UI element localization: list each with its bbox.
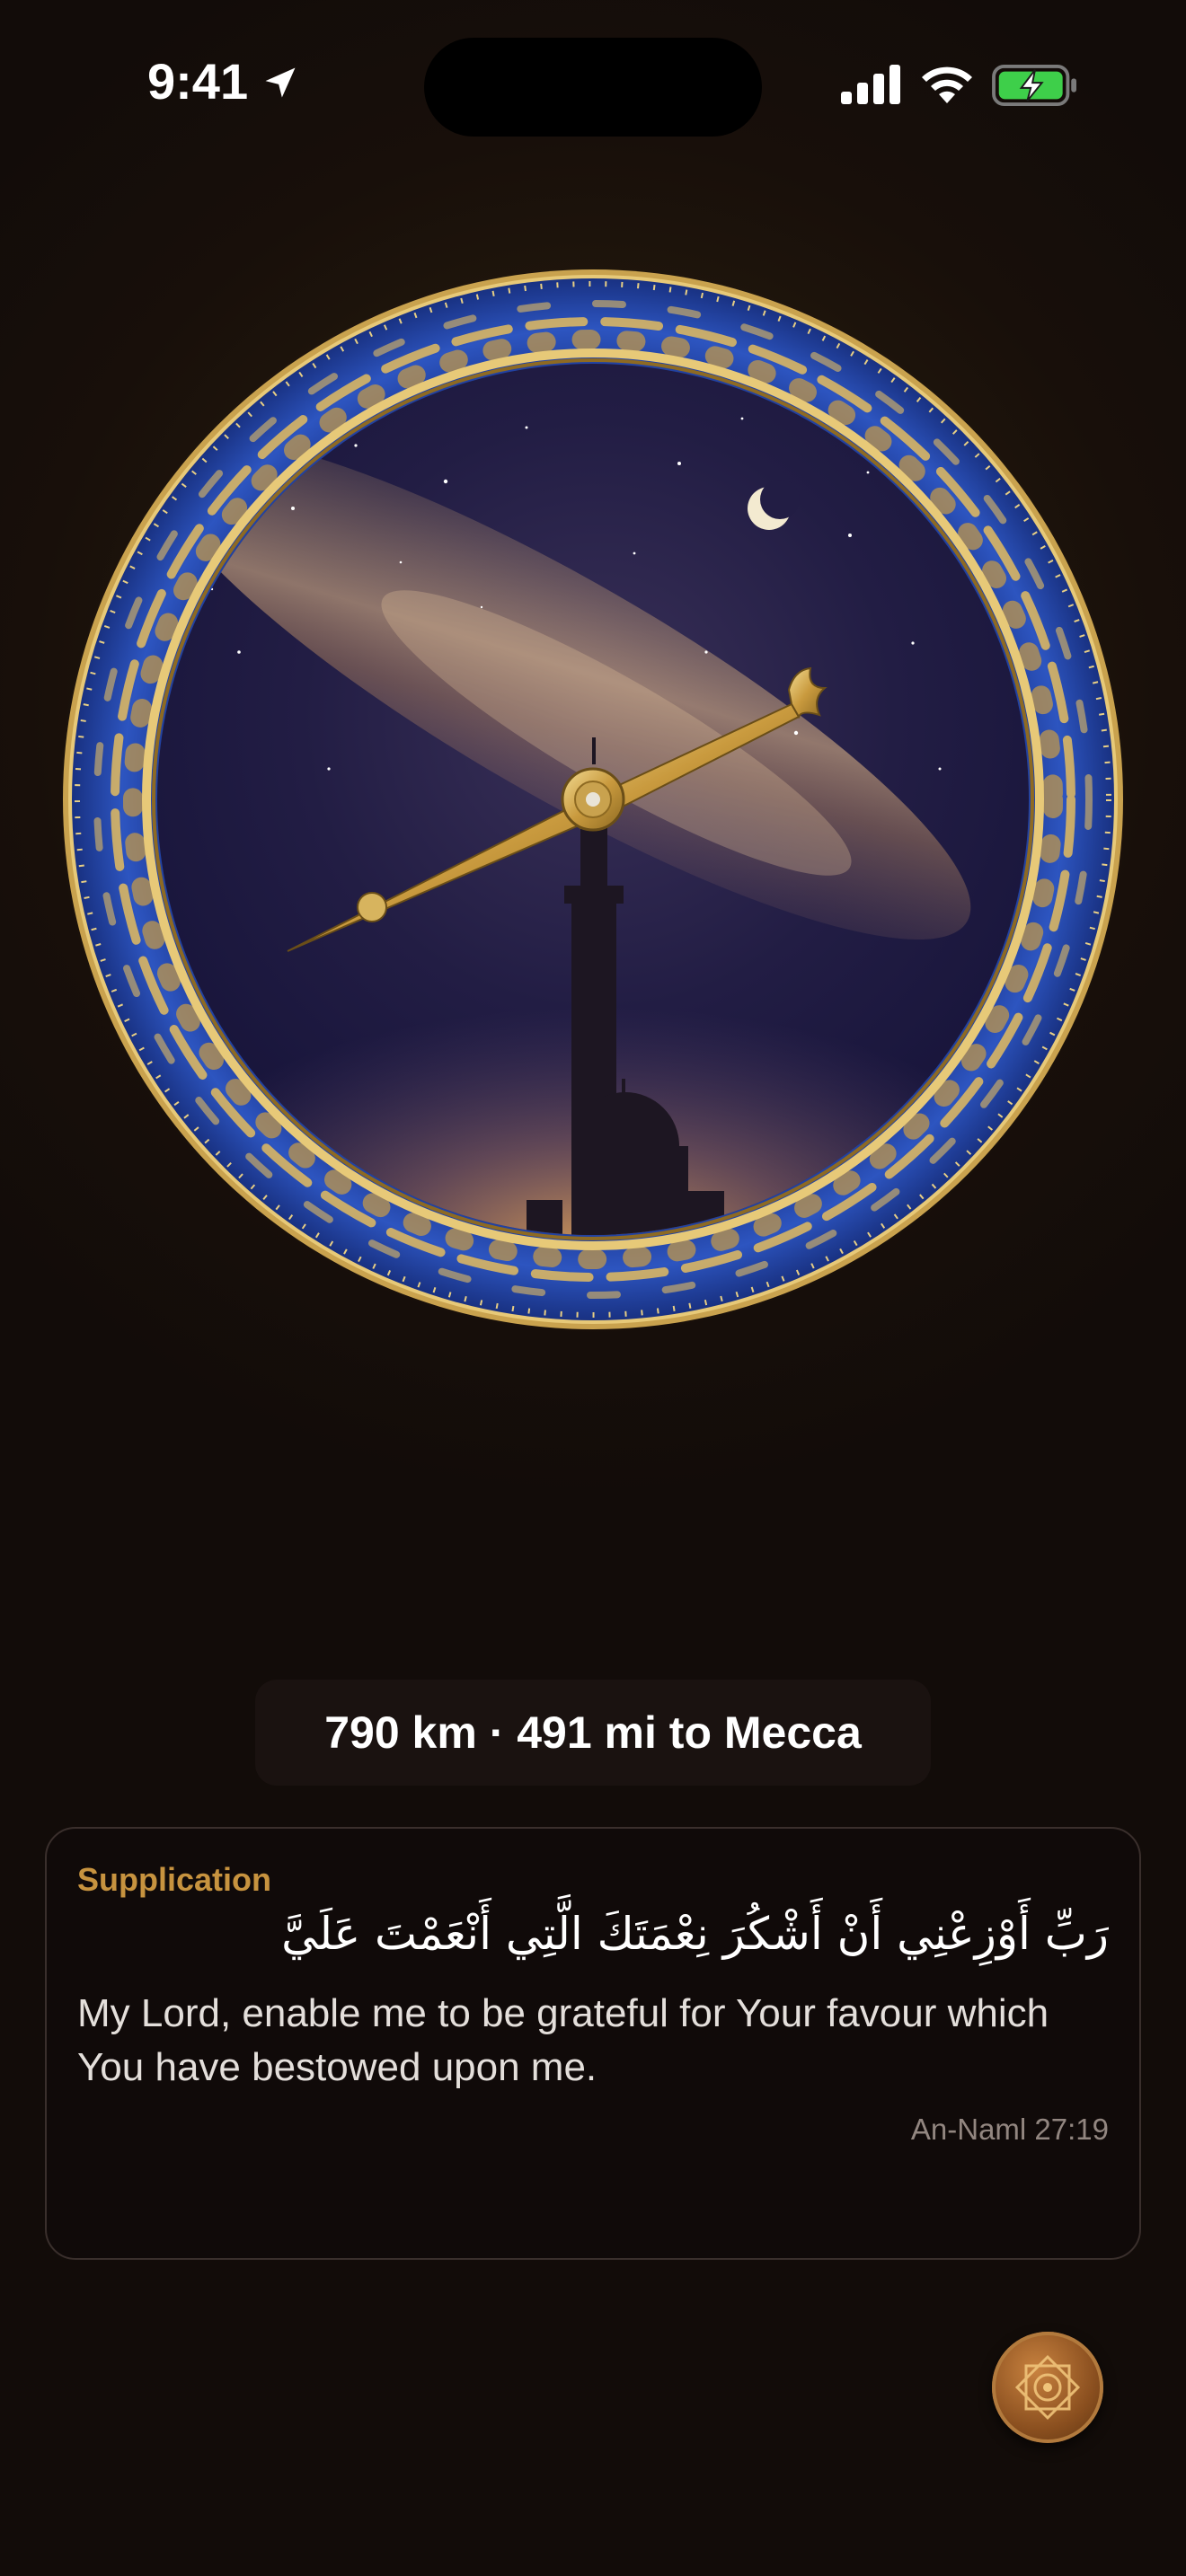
supplication-title: Supplication (77, 1861, 271, 1898)
battery-charging-icon (992, 65, 1076, 106)
status-time: 9:41 (147, 53, 249, 110)
qibla-compass[interactable] (59, 266, 1127, 1333)
eight-point-star-icon (1014, 2354, 1081, 2421)
star-menu-button[interactable] (992, 2332, 1103, 2443)
dynamic-island (424, 38, 762, 137)
supplication-reference: An-Naml 27:19 (910, 2113, 1109, 2146)
supplication-translation: My Lord, enable me to be grateful for Yo… (77, 1991, 1049, 2089)
distance-to-mecca: 790 km · 491 mi to Mecca (255, 1680, 931, 1786)
cellular-signal-icon (841, 65, 900, 104)
wifi-icon (922, 66, 972, 103)
supplication-arabic: رَبِّ أَوْزِعْنِي أَنْ أَشْكُرَ نِعْمَتَ… (281, 1908, 1109, 1960)
status-bar: 9:41 (0, 0, 1186, 171)
compass-dial (59, 266, 1127, 1333)
location-arrow-icon (265, 67, 296, 98)
supplication-card: Supplication رَبِّ أَوْزِعْنِي أَنْ أَشْ… (45, 1827, 1141, 2260)
